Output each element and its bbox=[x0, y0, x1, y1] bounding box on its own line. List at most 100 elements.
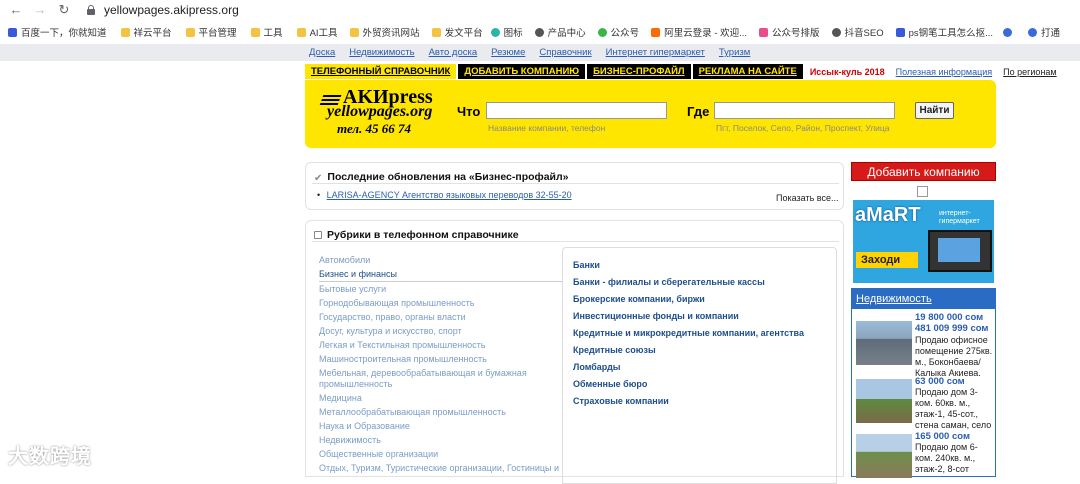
bookmark-douyin[interactable]: 抖音SEO bbox=[831, 25, 884, 39]
bookmark-folder[interactable]: AI工具 bbox=[296, 25, 338, 39]
menu-realty[interactable]: Недвижимость bbox=[349, 47, 414, 58]
subcategory-item[interactable]: Обменные бюро bbox=[573, 379, 836, 396]
tab-phone-directory[interactable]: ТЕЛЕФОННЫЙ СПРАВОЧНИК bbox=[305, 64, 457, 79]
bookmark-n[interactable] bbox=[1003, 27, 1016, 37]
category-item[interactable]: Автомобили bbox=[319, 253, 563, 267]
category-item[interactable]: Общественные организации bbox=[319, 447, 563, 461]
category-item[interactable]: Машиностроительная промышленность bbox=[319, 352, 563, 366]
paw-icon bbox=[895, 27, 905, 37]
subcategory-item[interactable]: Кредитные и микрокредитные компании, аге… bbox=[573, 328, 836, 345]
what-label: Что bbox=[457, 104, 481, 119]
update-item-link[interactable]: LARISA-AGENCY Агентство языковых перевод… bbox=[327, 190, 572, 200]
subcategory-list: Банки Банки - филиалы и сберегательные к… bbox=[562, 247, 837, 484]
where-hint: Пгт, Поселок, Село, Район, Проспект, Ули… bbox=[716, 123, 890, 133]
bookmark-folder[interactable]: 平台管理 bbox=[185, 25, 237, 39]
realty-widget: Недвижимость 19 800 000 сом 481 009 999 … bbox=[851, 288, 996, 478]
house-image bbox=[856, 434, 912, 478]
bullet-icon: • bbox=[317, 190, 321, 200]
lock-icon[interactable] bbox=[86, 5, 96, 15]
category-item[interactable]: Недвижимость bbox=[319, 433, 563, 447]
folder-icon bbox=[250, 27, 260, 37]
category-item[interactable]: Мебельная, деревообрабатывающая и бумажн… bbox=[319, 366, 563, 391]
folder-icon bbox=[431, 27, 441, 37]
bookmark-layout[interactable]: 公众号排版 bbox=[759, 25, 820, 39]
subcategory-item[interactable]: Ломбарды bbox=[573, 362, 836, 379]
realty-title[interactable]: Недвижимость bbox=[852, 289, 995, 309]
category-item[interactable]: Бытовые услуги bbox=[319, 282, 563, 296]
pinwheel-icon bbox=[759, 27, 768, 37]
n-icon bbox=[1003, 27, 1013, 37]
globe-icon bbox=[534, 27, 544, 37]
broken-image-icon bbox=[917, 186, 928, 197]
issyk-kul-link[interactable]: Иссык-куль 2018 bbox=[810, 67, 885, 77]
bookmark-folder[interactable]: 外贸资讯网站 bbox=[349, 25, 420, 39]
logo-flag-icon bbox=[323, 93, 341, 107]
bookmark-folder[interactable]: 祥云平台 bbox=[120, 25, 172, 39]
subcategory-item[interactable]: Банки - филиалы и сберегательные кассы bbox=[573, 277, 836, 294]
tab-add-company[interactable]: ДОБАВИТЬ КОМПАНИЮ bbox=[458, 64, 586, 79]
menu-resume[interactable]: Резюме bbox=[491, 47, 525, 58]
folder-icon bbox=[120, 27, 130, 37]
back-icon[interactable]: ← bbox=[8, 2, 24, 18]
subcategory-item[interactable]: Банки bbox=[573, 260, 836, 277]
bookmarks-bar: 百度一下，你就知道 祥云平台 平台管理 工具 AI工具 外贸资讯网站 发文平台 … bbox=[0, 22, 1080, 42]
where-input[interactable] bbox=[714, 102, 895, 119]
menu-auto[interactable]: Авто доска bbox=[429, 47, 478, 58]
category-item-selected[interactable]: Бизнес и финансы bbox=[319, 267, 563, 282]
category-item[interactable]: Досуг, культура и искусство, спорт bbox=[319, 324, 563, 338]
amart-banner[interactable]: aMaRT интернет-гипермаркет Заходи bbox=[853, 200, 994, 283]
bookmark-folder[interactable]: 发文平台 bbox=[431, 25, 483, 39]
where-label: Где bbox=[687, 104, 710, 119]
find-button[interactable]: Найти bbox=[915, 102, 954, 119]
add-company-button[interactable]: Добавить компанию bbox=[851, 162, 996, 181]
tab-business-profile[interactable]: БИЗНЕС-ПРОФАЙЛ bbox=[587, 64, 691, 79]
n-icon bbox=[1028, 27, 1038, 37]
subcategory-item[interactable]: Кредитные союзы bbox=[573, 345, 836, 362]
bookmark-folder[interactable]: 工具 bbox=[250, 25, 283, 39]
bookmark-baidu[interactable]: 百度一下，你就知道 bbox=[8, 25, 107, 39]
regions-link[interactable]: По регионам bbox=[1003, 67, 1056, 77]
subcategory-item[interactable]: Инвестиционные фонды и компании bbox=[573, 311, 836, 328]
reload-icon[interactable]: ↻ bbox=[56, 2, 72, 18]
category-item[interactable]: Отдых, Туризм, Туристические организации… bbox=[319, 461, 563, 475]
folder-icon bbox=[185, 27, 195, 37]
search-box: AKИpress yellowpages.org тел. 45 66 74 Ч… bbox=[305, 80, 996, 148]
akipress-logo[interactable]: AKИpress yellowpages.org тел. 45 66 74 bbox=[323, 86, 433, 137]
category-item[interactable]: Горнодобывающая промышленность bbox=[319, 296, 563, 310]
category-item[interactable]: Металлообрабатывающая промышленность bbox=[319, 405, 563, 419]
wechat-icon bbox=[597, 27, 607, 37]
useful-info-link[interactable]: Полезная информация bbox=[896, 67, 992, 77]
bookmark-ps[interactable]: ps钢笔工具怎么抠... bbox=[895, 25, 993, 39]
menu-tourism[interactable]: Туризм bbox=[719, 47, 750, 58]
amart-go-button[interactable]: Заходи bbox=[856, 252, 918, 268]
rubrics-panel: Рубрики в телефонном справочнике Автомоб… bbox=[305, 220, 844, 484]
category-item[interactable]: Легкая и Текстильная промышленность bbox=[319, 338, 563, 352]
building-image bbox=[856, 321, 912, 365]
what-input[interactable] bbox=[486, 102, 667, 119]
forward-icon[interactable]: → bbox=[32, 2, 48, 18]
category-item[interactable]: Медицина bbox=[319, 391, 563, 405]
bookmark-aliyun[interactable]: 阿里云登录 - 欢迎... bbox=[651, 25, 747, 39]
amart-logo: aMaRT bbox=[855, 204, 921, 226]
show-all-link[interactable]: Показать все... bbox=[776, 193, 838, 203]
rubrics-title: Рубрики в телефонном справочнике bbox=[327, 229, 519, 241]
paw-icon bbox=[8, 27, 17, 37]
laptop-image bbox=[928, 230, 992, 272]
bookmark-icons[interactable]: 图标 bbox=[490, 25, 523, 39]
folder-icon bbox=[349, 27, 359, 37]
updates-panel: ✔ Последние обновления на «Бизнес-профайл… bbox=[305, 162, 844, 210]
menu-board[interactable]: Доска bbox=[309, 47, 335, 58]
subcategory-item[interactable]: Брокерские компании, биржи bbox=[573, 294, 836, 311]
url-field[interactable]: yellowpages.akipress.org bbox=[104, 3, 239, 17]
category-item[interactable]: Государство, право, органы власти bbox=[319, 310, 563, 324]
menu-hypermarket[interactable]: Интернет гипермаркет bbox=[606, 47, 705, 58]
menu-directory[interactable]: Справочник bbox=[539, 47, 591, 58]
watermark: 大数跨境 bbox=[8, 446, 92, 468]
tab-advertising[interactable]: РЕКЛАМА НА САЙТЕ bbox=[692, 64, 803, 79]
subcategory-item[interactable]: Страховые компании bbox=[573, 396, 836, 413]
bookmark-wechat[interactable]: 公众号 bbox=[597, 25, 639, 39]
category-item[interactable]: Наука и Образование bbox=[319, 419, 563, 433]
bookmark-connect[interactable]: 打通 bbox=[1028, 25, 1060, 39]
bookmark-products[interactable]: 产品中心 bbox=[534, 25, 586, 39]
site-top-menu: Доска Недвижимость Авто доска Резюме Спр… bbox=[0, 44, 1080, 61]
